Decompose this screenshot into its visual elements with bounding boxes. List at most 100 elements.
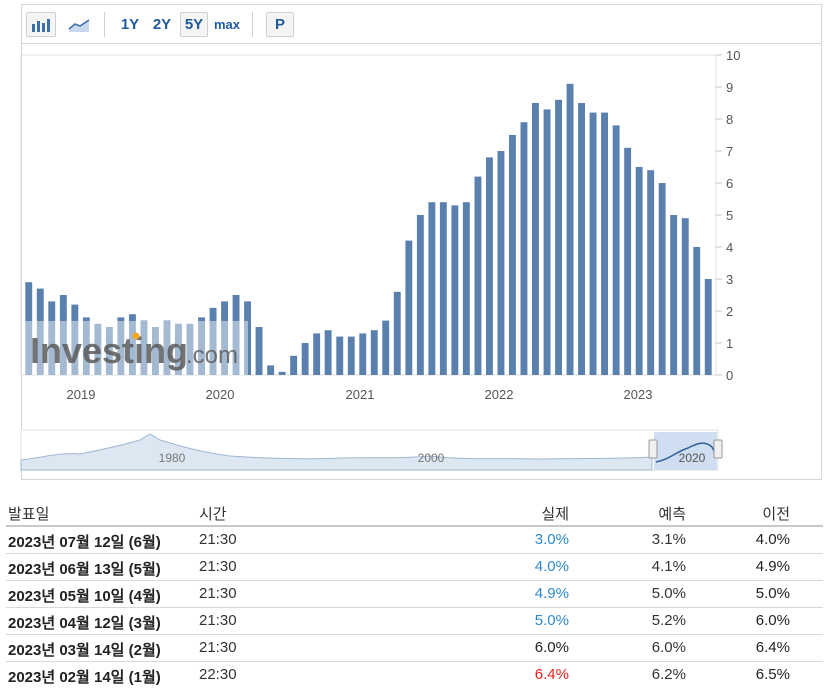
- row-actual: 4.0%: [534, 558, 569, 575]
- y-tick-label: 6: [726, 176, 733, 191]
- bar[interactable]: [313, 333, 321, 375]
- navigator-label-2020: 2020: [679, 451, 706, 465]
- bar[interactable]: [359, 333, 367, 375]
- table-row: 2023년 05월 10일 (4월) 21:30 4.9% 5.0% 5.0%: [6, 581, 823, 608]
- bar[interactable]: [704, 279, 712, 375]
- bar[interactable]: [290, 355, 298, 375]
- x-tick-label: 2020: [206, 387, 235, 402]
- bar[interactable]: [416, 215, 424, 375]
- row-time: 21:30: [199, 639, 237, 656]
- bar[interactable]: [278, 371, 286, 375]
- watermark-brand: Investing: [30, 330, 188, 371]
- row-forecast: 4.1%: [651, 558, 686, 575]
- row-forecast: 6.2%: [651, 666, 686, 683]
- bar[interactable]: [347, 336, 355, 375]
- y-tick-label: 3: [726, 272, 733, 287]
- row-previous: 5.0%: [755, 585, 790, 602]
- row-previous: 4.0%: [755, 531, 790, 548]
- bar[interactable]: [589, 112, 597, 375]
- bar[interactable]: [670, 215, 678, 375]
- y-tick-label: 10: [726, 48, 740, 63]
- row-previous: 6.0%: [755, 612, 790, 629]
- bar[interactable]: [255, 327, 263, 375]
- row-previous: 4.9%: [755, 558, 790, 575]
- navigator: 1980 2000 2020: [20, 429, 723, 471]
- bar[interactable]: [474, 176, 482, 375]
- row-actual: 3.0%: [534, 531, 569, 548]
- table-row: 2023년 03월 14일 (2월) 21:30 6.0% 6.0% 6.4%: [6, 635, 823, 662]
- bar[interactable]: [497, 151, 505, 375]
- row-time: 21:30: [199, 585, 237, 602]
- header-actual[interactable]: 실제: [541, 503, 569, 524]
- bar[interactable]: [681, 218, 689, 375]
- bar[interactable]: [370, 330, 378, 375]
- bar[interactable]: [486, 157, 493, 375]
- header-previous[interactable]: 이전: [762, 503, 790, 524]
- row-forecast: 5.2%: [651, 612, 686, 629]
- bar[interactable]: [635, 167, 643, 375]
- x-tick-label: 2019: [67, 387, 96, 402]
- table-row: 2023년 07월 12일 (6월) 21:30 3.0% 3.1% 4.0%: [6, 527, 823, 554]
- bar[interactable]: [324, 330, 332, 375]
- bar[interactable]: [532, 103, 539, 375]
- y-tick-label: 8: [726, 112, 733, 127]
- header-time[interactable]: 시간: [199, 503, 227, 524]
- navigator-handle-right[interactable]: [713, 439, 723, 459]
- x-tick-label: 2021: [346, 387, 375, 402]
- bar[interactable]: [647, 170, 655, 375]
- bar[interactable]: [301, 343, 309, 375]
- y-tick-label: 2: [726, 304, 733, 319]
- navigator-label-2000: 2000: [418, 451, 445, 465]
- row-date: 2023년 04월 12일 (3월): [8, 615, 161, 632]
- row-actual: 6.0%: [534, 639, 569, 656]
- row-previous: 6.4%: [755, 639, 790, 656]
- row-date: 2023년 06월 13일 (5월): [8, 561, 161, 578]
- x-axis: 2019 2020 2021 2022 2023: [67, 387, 653, 402]
- row-date: 2023년 03월 14일 (2월): [8, 642, 161, 659]
- bar[interactable]: [658, 183, 666, 375]
- bar[interactable]: [693, 247, 701, 375]
- bar[interactable]: [509, 135, 516, 375]
- bar[interactable]: [267, 365, 275, 375]
- bar[interactable]: [405, 240, 413, 375]
- bar[interactable]: [382, 320, 390, 375]
- header-forecast[interactable]: 예측: [658, 503, 686, 524]
- bar[interactable]: [555, 99, 562, 376]
- y-tick-label: 7: [726, 144, 733, 159]
- bar[interactable]: [624, 147, 632, 375]
- table-row: 2023년 04월 12일 (3월) 21:30 5.0% 5.2% 6.0%: [6, 608, 823, 635]
- x-tick-label: 2023: [624, 387, 653, 402]
- row-actual: 6.4%: [534, 666, 569, 683]
- header-date[interactable]: 발표일: [8, 503, 49, 524]
- chart-svg: 0 1 2 3 4 5 6 7 8 9 10 Investing .com 2019 2020 2021…: [20, 48, 740, 471]
- bar[interactable]: [439, 202, 447, 375]
- bar[interactable]: [612, 125, 620, 376]
- table-row: 2023년 02월 14일 (1월) 22:30 6.4% 6.2% 6.5%: [6, 662, 823, 689]
- bar[interactable]: [336, 336, 344, 375]
- table-row: 2023년 06월 13일 (5월) 21:30 4.0% 4.1% 4.9%: [6, 554, 823, 581]
- row-previous: 6.5%: [755, 666, 790, 683]
- bar[interactable]: [601, 112, 608, 375]
- bar[interactable]: [393, 291, 401, 375]
- bar[interactable]: [566, 83, 574, 376]
- y-tick-label: 4: [726, 240, 733, 255]
- y-tick-label: 1: [726, 336, 733, 351]
- row-time: 21:30: [199, 558, 237, 575]
- row-time: 22:30: [199, 666, 237, 683]
- navigator-label-1980: 1980: [159, 451, 186, 465]
- y-tick-label: 9: [726, 80, 733, 95]
- bar[interactable]: [520, 122, 528, 375]
- bar[interactable]: [578, 103, 585, 375]
- row-forecast: 5.0%: [651, 585, 686, 602]
- bar[interactable]: [428, 202, 436, 375]
- bar[interactable]: [462, 202, 470, 375]
- row-time: 21:30: [199, 531, 237, 548]
- watermark-suffix: .com: [186, 342, 238, 369]
- bar[interactable]: [451, 205, 459, 375]
- row-actual: 5.0%: [534, 612, 569, 629]
- navigator-handle-left[interactable]: [648, 439, 658, 459]
- watermark-dot: [132, 332, 140, 340]
- row-date: 2023년 07월 12일 (6월): [8, 534, 161, 551]
- bar[interactable]: [543, 109, 551, 376]
- y-tick-label: 0: [726, 368, 733, 383]
